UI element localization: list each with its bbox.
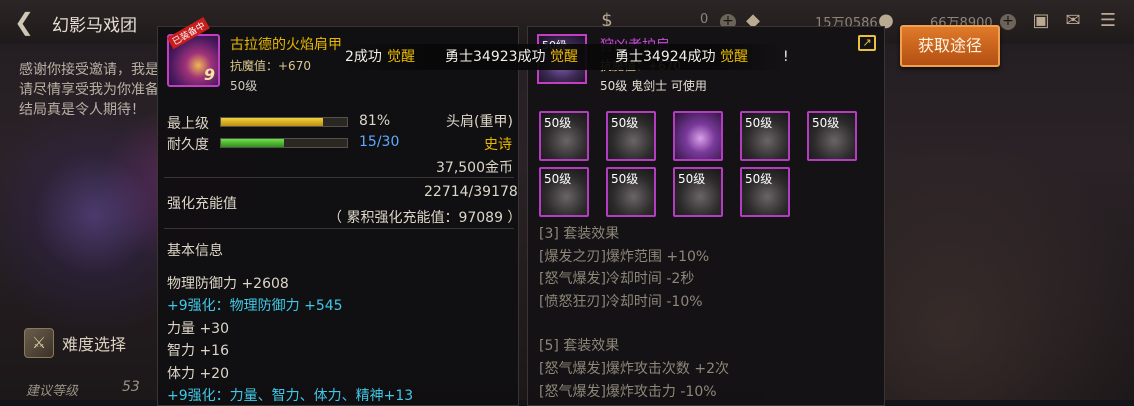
difficulty-icon: ⚔ [24, 328, 54, 358]
max-level-label: 最上级 [167, 116, 209, 132]
stat-line: 物理防御力 +2608 [167, 276, 289, 292]
suggest-level-value: 53 [122, 379, 140, 395]
slot-level: 50级 [745, 116, 773, 130]
stat-line: 智力 +16 [167, 343, 229, 359]
shoulder-armor-icon: 已装备中 9 [167, 16, 220, 87]
set-item-slot-current[interactable] [673, 111, 723, 161]
set-item-slot[interactable]: 50级 [740, 167, 790, 217]
set-effect-line: [怒气爆发]爆炸攻击次数 +2次 [539, 361, 730, 377]
set-effect-line: [怒气爆发]爆炸攻击力 -10% [539, 384, 717, 400]
bag-icon[interactable]: ▣ [1028, 10, 1054, 32]
back-arrow-icon[interactable]: ❮ [6, 6, 42, 38]
item-name: 古拉德的火焰肩甲 [230, 37, 342, 53]
item-level: 50级 [230, 79, 258, 93]
toast-prefix: 2成功 [345, 49, 382, 65]
basic-info-label: 基本信息 [167, 243, 223, 259]
set-item-slot[interactable]: 50级 [673, 167, 723, 217]
toast-main: 勇士34923成功 [445, 49, 546, 65]
max-level-pct: 81% [359, 113, 391, 129]
stat-line: 力量 +30 [167, 321, 229, 337]
item-resist: 抗魔值：+670 [230, 59, 311, 73]
durability-bar [220, 138, 348, 148]
set-effect-line: [3] 套装效果 [539, 226, 620, 242]
enhance-level: 9 [203, 65, 215, 84]
page-title: 幻影马戏团 [52, 16, 137, 36]
set-item-slot[interactable]: 50级 [606, 111, 656, 161]
get-source-button[interactable]: 获取途径 [900, 25, 1000, 67]
charge-accum: （ 累积强化充能值：97089 ） [328, 210, 522, 226]
compare-item-tooltip: 50级 狩凶者护肩 抗魔值：+670 50级 鬼剑士 可使用 ↗ 50级 50级… [527, 26, 885, 406]
currency-value-1: 0 [700, 12, 709, 27]
intro-line: 感谢你接受邀请，我是 [19, 62, 159, 78]
difficulty-select[interactable]: ⚔ 难度选择 [24, 328, 126, 358]
set-effect-line: [怒气爆发]冷却时间 -2秒 [539, 271, 695, 287]
item-class-info: 50级 鬼剑士 可使用 [600, 79, 707, 93]
announcement-banner: 2成功 觉醒 勇士34923成功 觉醒 勇士34924成功 觉醒 ! [345, 44, 789, 70]
intro-line: 请尽情享受我为你准备 [19, 82, 159, 98]
mail-icon[interactable]: ✉ [1060, 10, 1086, 32]
suggest-level-label: 建议等级 [26, 384, 79, 399]
add-gold-button[interactable]: + [1000, 14, 1016, 30]
charge-value: 22714/39178 [424, 184, 518, 200]
stat-line: 体力 +20 [167, 366, 229, 382]
item-slot: 头肩(重甲) [446, 114, 513, 130]
toast-awaken: 觉醒 [550, 49, 578, 65]
toast-awaken: 觉醒 [387, 49, 415, 65]
intro-line: 结局真是令人期待！ [19, 102, 145, 118]
stat-line: +9强化：力量、智力、体力、精神+13 [167, 388, 414, 404]
durability-label: 耐久度 [167, 137, 209, 153]
slot-level: 50级 [611, 172, 639, 186]
set-item-slot[interactable]: 50级 [807, 111, 857, 161]
difficulty-label: 难度选择 [62, 335, 127, 354]
item-rarity: 史诗 [484, 137, 512, 153]
set-item-slot[interactable]: 50级 [539, 111, 589, 161]
share-icon[interactable]: ↗ [858, 35, 876, 51]
toast-second: 勇士34924成功 [615, 49, 716, 65]
set-effect-line: [5] 套装效果 [539, 338, 620, 354]
slot-level: 50级 [544, 172, 572, 186]
set-item-slot[interactable]: 50级 [606, 167, 656, 217]
chat-icon[interactable]: ☰ [1095, 10, 1121, 32]
max-level-bar-fill [221, 118, 324, 126]
set-item-slot[interactable]: 50级 [539, 167, 589, 217]
toast-tail: ! [783, 49, 789, 65]
set-effect-line: [愤怒狂刃]冷却时间 -10% [539, 294, 703, 310]
set-effect-line: [爆发之刃]爆炸范围 +10% [539, 249, 710, 265]
slot-level: 50级 [544, 116, 572, 130]
max-level-bar [220, 117, 348, 127]
durability-bar-fill [221, 139, 284, 147]
dungeon-intro: 感谢你接受邀请，我是 请尽情享受我为你准备 结局真是令人期待！ [19, 60, 159, 120]
slot-level: 50级 [812, 116, 840, 130]
divider [164, 228, 514, 229]
durability-value: 15/30 [359, 134, 400, 150]
equipped-item-tooltip: 已装备中 9 古拉德的火焰肩甲 抗魔值：+670 50级 最上级 81% 头肩(… [157, 16, 522, 406]
item-price: 37,500金币 [436, 160, 513, 176]
divider [164, 177, 514, 178]
slot-level: 50级 [678, 172, 706, 186]
set-item-slot[interactable]: 50级 [740, 111, 790, 161]
charge-label: 强化充能值 [167, 196, 237, 212]
toast-awaken: 觉醒 [720, 49, 748, 65]
stat-line: +9强化：物理防御力 +545 [167, 298, 343, 314]
slot-level: 50级 [745, 172, 773, 186]
slot-level: 50级 [611, 116, 639, 130]
